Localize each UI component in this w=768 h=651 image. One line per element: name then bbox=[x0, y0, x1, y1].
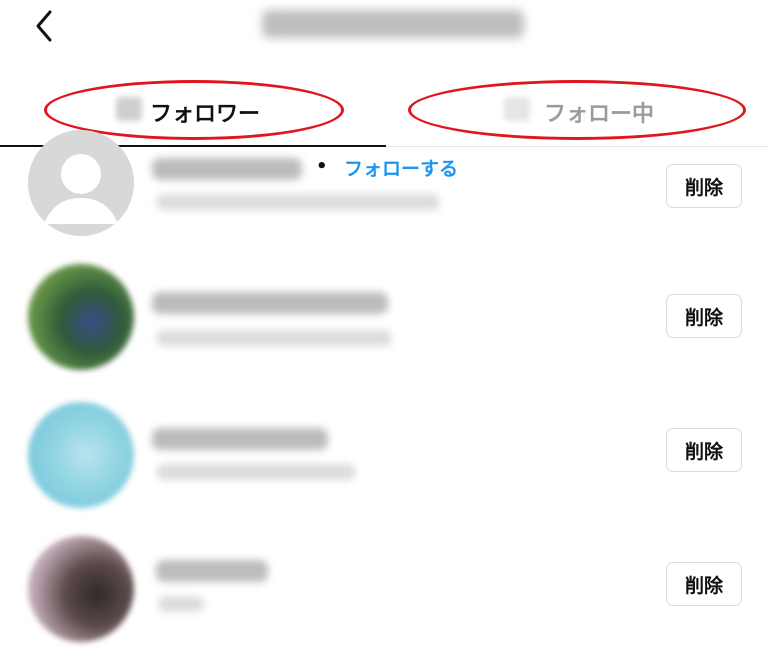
username-text[interactable] bbox=[152, 158, 302, 180]
list-item: • フォローする 削除 bbox=[0, 130, 768, 240]
username-text[interactable] bbox=[156, 560, 268, 582]
list-item: 削除 bbox=[0, 264, 768, 374]
remove-button[interactable]: 削除 bbox=[666, 562, 742, 606]
follow-back-link[interactable]: フォローする bbox=[344, 154, 458, 181]
avatar[interactable] bbox=[28, 264, 134, 370]
separator-dot: • bbox=[316, 156, 328, 177]
list-item: 削除 bbox=[0, 536, 768, 646]
display-name-text bbox=[156, 194, 440, 210]
display-name-text bbox=[156, 464, 356, 480]
default-avatar-icon bbox=[28, 130, 134, 236]
back-button[interactable] bbox=[26, 6, 66, 46]
chevron-left-icon bbox=[36, 10, 52, 42]
display-name-text bbox=[156, 330, 392, 346]
followers-count bbox=[116, 97, 142, 121]
username-text[interactable] bbox=[152, 292, 388, 314]
avatar[interactable] bbox=[28, 130, 134, 236]
tab-following-label: フォロー中 bbox=[544, 102, 655, 127]
list-item: 削除 bbox=[0, 402, 768, 512]
remove-button[interactable]: 削除 bbox=[666, 294, 742, 338]
avatar[interactable] bbox=[28, 402, 134, 508]
following-count bbox=[504, 97, 530, 121]
tab-followers-label: フォロワー bbox=[150, 102, 261, 127]
avatar[interactable] bbox=[28, 536, 134, 642]
display-name-text bbox=[158, 596, 204, 612]
username-text[interactable] bbox=[152, 428, 328, 450]
header-username bbox=[262, 10, 524, 38]
remove-button[interactable]: 削除 bbox=[666, 164, 742, 208]
remove-button[interactable]: 削除 bbox=[666, 428, 742, 472]
